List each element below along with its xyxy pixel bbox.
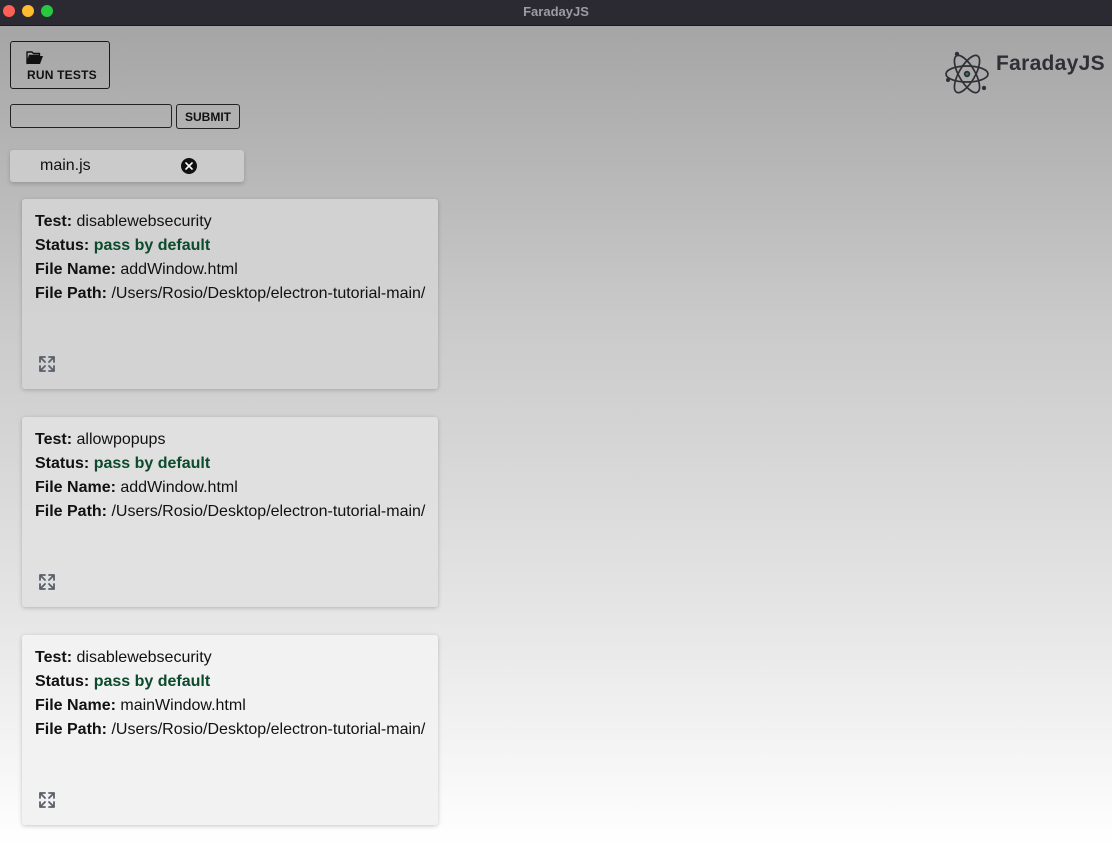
status-label: Status:	[35, 673, 90, 690]
expand-icon[interactable]	[37, 790, 57, 810]
file-name-row: File Name: mainWindow.html	[35, 694, 438, 718]
run-tests-label: RUN TESTS	[27, 68, 97, 82]
test-label: Test:	[35, 649, 73, 666]
test-value: disablewebsecurity	[76, 649, 212, 666]
test-row: Test: disablewebsecurity	[35, 646, 438, 670]
file-path-row: File Path: /Users/Rosio/Desktop/electron…	[35, 282, 438, 306]
file-chip: main.js	[10, 150, 244, 182]
test-row: Test: allowpopups	[35, 428, 438, 452]
status-value: pass by default	[93, 455, 211, 472]
status-row: Status: pass by default	[35, 670, 438, 694]
file-path-value: /Users/Rosio/Desktop/electron-tutorial-m…	[111, 721, 426, 738]
logo-text: FaradayJS	[996, 52, 1105, 75]
file-path-label: File Path:	[35, 721, 108, 738]
faradayjs-logo: FaradayJS	[944, 48, 1105, 100]
status-value: pass by default	[93, 237, 211, 254]
atom-icon	[945, 51, 989, 94]
run-tests-button[interactable]: RUN TESTS	[10, 41, 110, 89]
status-label: Status:	[35, 455, 90, 472]
file-path-row: File Path: /Users/Rosio/Desktop/electron…	[35, 500, 438, 524]
folder-open-icon	[26, 51, 43, 65]
file-name-label: File Name:	[35, 261, 116, 278]
status-value: pass by default	[93, 673, 211, 690]
test-value: disablewebsecurity	[76, 213, 212, 230]
test-value: allowpopups	[76, 431, 166, 448]
file-path-label: File Path:	[35, 503, 108, 520]
status-row: Status: pass by default	[35, 234, 438, 258]
file-name-value: addWindow.html	[120, 479, 238, 496]
window-title: FaradayJS	[523, 4, 589, 19]
file-path-row: File Path: /Users/Rosio/Desktop/electron…	[35, 718, 438, 742]
status-label: Status:	[35, 237, 90, 254]
expand-icon[interactable]	[37, 354, 57, 374]
file-name-label: File Name:	[35, 479, 116, 496]
submit-button[interactable]: SUBMIT	[176, 104, 240, 129]
window-titlebar: FaradayJS	[0, 0, 1112, 26]
file-path-label: File Path:	[35, 285, 108, 302]
status-row: Status: pass by default	[35, 452, 438, 476]
file-path-value: /Users/Rosio/Desktop/electron-tutorial-m…	[111, 285, 426, 302]
file-path-value: /Users/Rosio/Desktop/electron-tutorial-m…	[111, 503, 426, 520]
app-main: RUN TESTS SUBMIT main.js FaradayJS Test:…	[0, 26, 1112, 846]
test-result-card: Test: allowpopups Status: pass by defaul…	[22, 417, 438, 607]
test-result-card: Test: disablewebsecurity Status: pass by…	[22, 199, 438, 389]
test-result-card: Test: disablewebsecurity Status: pass by…	[22, 635, 438, 825]
file-name-value: mainWindow.html	[120, 697, 246, 714]
file-name-row: File Name: addWindow.html	[35, 258, 438, 282]
test-label: Test:	[35, 213, 73, 230]
file-chip-label: main.js	[40, 157, 91, 174]
file-name-row: File Name: addWindow.html	[35, 476, 438, 500]
expand-icon[interactable]	[37, 572, 57, 592]
directory-input[interactable]	[10, 104, 172, 128]
test-row: Test: disablewebsecurity	[35, 210, 438, 234]
file-name-label: File Name:	[35, 697, 116, 714]
close-circle-icon[interactable]	[181, 158, 197, 174]
file-name-value: addWindow.html	[120, 261, 238, 278]
test-label: Test:	[35, 431, 73, 448]
